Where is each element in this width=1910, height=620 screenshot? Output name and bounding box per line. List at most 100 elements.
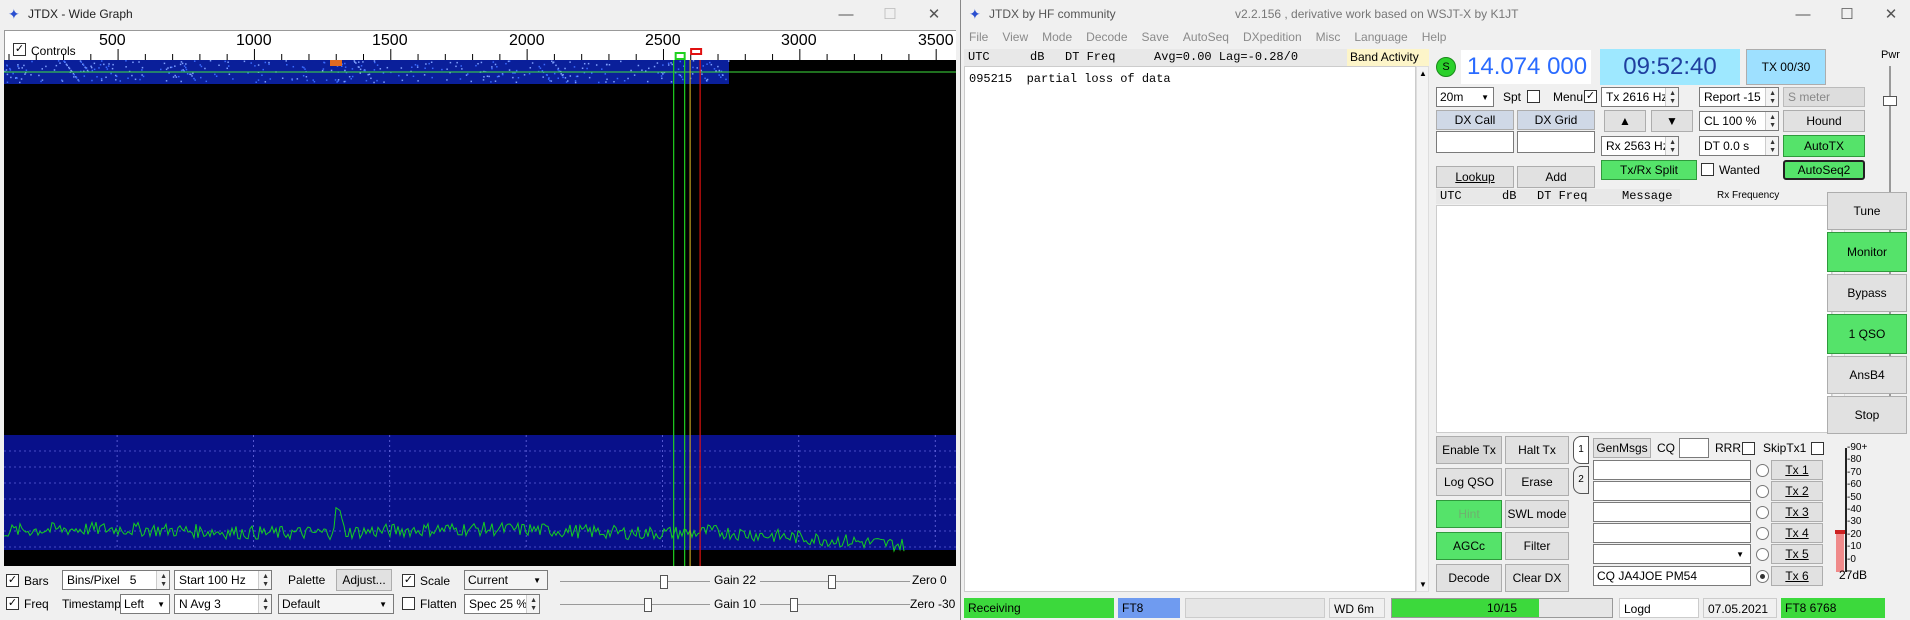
bins-per-pixel-spinbox[interactable]: Bins/Pixel 5 ▲ ▼ xyxy=(62,570,170,590)
spin-up-icon[interactable]: ▲ xyxy=(1669,139,1676,146)
waterfall-spectrum-plot[interactable] xyxy=(4,60,956,566)
spin-up-icon[interactable]: ▲ xyxy=(1769,114,1776,121)
menu-view[interactable]: View xyxy=(1002,30,1028,44)
tx6-message-input[interactable]: CQ JA4JOE PM54 xyxy=(1593,566,1751,586)
gain-slider-1[interactable] xyxy=(560,575,710,589)
tx4-message-input[interactable] xyxy=(1593,523,1751,543)
spin-down-icon[interactable]: ▼ xyxy=(160,581,167,588)
clear-dx-button[interactable]: Clear DX xyxy=(1505,564,1569,592)
decode-line[interactable]: 095215 partial loss of data xyxy=(969,72,1411,86)
zero-slider-2[interactable] xyxy=(760,598,910,612)
spin-down-icon[interactable]: ▼ xyxy=(1769,122,1776,129)
tx3-message-input[interactable] xyxy=(1593,502,1751,522)
bypass-button[interactable]: Bypass xyxy=(1827,274,1907,312)
ansb4-button[interactable]: AnsB4 xyxy=(1827,356,1907,394)
controls-checkbox[interactable]: ✓ xyxy=(13,43,26,56)
scroll-down-icon[interactable]: ▼ xyxy=(1419,580,1427,589)
menu-autoseq[interactable]: AutoSeq xyxy=(1183,30,1229,44)
monitor-button[interactable]: Monitor xyxy=(1827,232,1907,272)
freq-checkbox[interactable]: ✓ xyxy=(6,597,19,610)
spin-up-icon[interactable]: ▲ xyxy=(1769,139,1776,146)
dt-spinbox[interactable]: DT 0.0 s ▲ ▼ xyxy=(1699,136,1779,156)
tx6-radio[interactable] xyxy=(1756,570,1769,583)
hound-button[interactable]: Hound xyxy=(1783,110,1865,132)
spin-down-icon[interactable]: ▼ xyxy=(262,605,269,612)
bars-checkbox[interactable]: ✓ xyxy=(6,574,19,587)
stop-button[interactable]: Stop xyxy=(1827,396,1907,434)
swl-mode-button[interactable]: SWL mode xyxy=(1505,500,1569,528)
tx5-radio[interactable] xyxy=(1756,548,1769,561)
log-qso-button[interactable]: Log QSO xyxy=(1436,468,1502,496)
spin-down-icon[interactable]: ▼ xyxy=(262,581,269,588)
tab-2[interactable]: 2 xyxy=(1573,466,1589,494)
menu-save[interactable]: Save xyxy=(1142,30,1169,44)
maximize-button[interactable]: ☐ xyxy=(870,2,910,26)
tx-freq-spinbox[interactable]: Tx 2616 Hz ▲ ▼ xyxy=(1601,87,1679,107)
scroll-up-icon[interactable]: ▲ xyxy=(1419,69,1427,78)
tx2-message-input[interactable] xyxy=(1593,481,1751,501)
menu-dxpedition[interactable]: DXpedition xyxy=(1243,30,1302,44)
flatten-checkbox[interactable] xyxy=(402,597,415,610)
spt-checkbox[interactable] xyxy=(1527,90,1540,103)
menu-help[interactable]: Help xyxy=(1422,30,1447,44)
agcc-button[interactable]: AGCc xyxy=(1436,532,1502,560)
add-button[interactable]: Add xyxy=(1517,166,1595,188)
start-freq-spinbox[interactable]: Start 100 Hz ▲ ▼ xyxy=(174,570,272,590)
tx3-radio[interactable] xyxy=(1756,506,1769,519)
tx5-message-select[interactable]: ▼ xyxy=(1593,544,1751,564)
txrx-split-button[interactable]: Tx/Rx Split xyxy=(1601,160,1697,180)
freq-up-button[interactable]: ▲ xyxy=(1604,110,1646,132)
band-activity-list[interactable]: 095215 partial loss of data xyxy=(964,66,1416,592)
tx6-button[interactable]: Tx 6 xyxy=(1771,566,1823,586)
slider-handle[interactable] xyxy=(1883,96,1897,106)
spec-percent-spinbox[interactable]: Spec 25 % ▲ ▼ xyxy=(464,594,540,614)
menu-misc[interactable]: Misc xyxy=(1316,30,1341,44)
rx-freq-spinbox[interactable]: Rx 2563 Hz ▲ ▼ xyxy=(1601,136,1679,156)
spin-down-icon[interactable]: ▼ xyxy=(1769,147,1776,154)
tx2-button[interactable]: Tx 2 xyxy=(1771,481,1823,501)
autotx-button[interactable]: AutoTX xyxy=(1783,135,1865,157)
gain-slider-2[interactable] xyxy=(560,598,710,612)
rrr-checkbox[interactable] xyxy=(1742,442,1755,455)
spin-up-icon[interactable]: ▲ xyxy=(1669,90,1676,97)
cq-input[interactable] xyxy=(1679,438,1709,458)
menu-checkbox[interactable]: ✓ xyxy=(1584,90,1597,103)
spin-down-icon[interactable]: ▼ xyxy=(1669,98,1676,105)
tab-1[interactable]: 1 xyxy=(1573,436,1589,464)
lookup-button[interactable]: Lookup xyxy=(1436,166,1514,188)
tx2-radio[interactable] xyxy=(1756,485,1769,498)
skiptx1-checkbox[interactable] xyxy=(1811,442,1824,455)
dx-call-input[interactable] xyxy=(1436,131,1514,153)
menu-mode[interactable]: Mode xyxy=(1042,30,1072,44)
spin-down-icon[interactable]: ▼ xyxy=(530,605,537,612)
halt-tx-button[interactable]: Halt Tx xyxy=(1505,436,1569,464)
tx1-button[interactable]: Tx 1 xyxy=(1771,460,1823,480)
tx3-button[interactable]: Tx 3 xyxy=(1771,502,1823,522)
tx-period-button[interactable]: TX 00/30 xyxy=(1746,49,1826,85)
tx1-radio[interactable] xyxy=(1756,464,1769,477)
timestamp-select[interactable]: Left ▼ xyxy=(120,594,170,614)
spin-up-icon[interactable]: ▲ xyxy=(262,573,269,580)
autoseq2-button[interactable]: AutoSeq2 xyxy=(1783,160,1865,180)
spin-up-icon[interactable]: ▲ xyxy=(1769,90,1776,97)
spectrum-type-select[interactable]: Current ▼ xyxy=(464,570,548,590)
freq-down-button[interactable]: ▼ xyxy=(1651,110,1693,132)
filter-button[interactable]: Filter xyxy=(1505,532,1569,560)
erase-button[interactable]: Erase xyxy=(1505,468,1569,496)
menu-decode[interactable]: Decode xyxy=(1086,30,1127,44)
adjust-button[interactable]: Adjust... xyxy=(336,569,392,591)
wanted-checkbox[interactable] xyxy=(1701,163,1714,176)
spin-down-icon[interactable]: ▼ xyxy=(1669,147,1676,154)
maximize-button[interactable]: ☐ xyxy=(1827,2,1867,26)
close-button[interactable]: ✕ xyxy=(914,2,954,26)
genmsgs-button[interactable]: GenMsgs xyxy=(1593,438,1651,458)
menu-file[interactable]: File xyxy=(969,30,988,44)
tune-button[interactable]: Tune xyxy=(1827,192,1907,230)
decode-button[interactable]: Decode xyxy=(1436,564,1502,592)
frequency-ruler[interactable]: ✓ Controls 500 1000 1500 2000 2500 3000 … xyxy=(4,30,956,61)
slider-handle[interactable] xyxy=(660,575,668,589)
minimize-button[interactable]: — xyxy=(1783,2,1823,26)
palette-select[interactable]: Default ▼ xyxy=(278,594,394,614)
spin-up-icon[interactable]: ▲ xyxy=(530,597,537,604)
band-select[interactable]: 20m ▼ xyxy=(1436,87,1494,107)
